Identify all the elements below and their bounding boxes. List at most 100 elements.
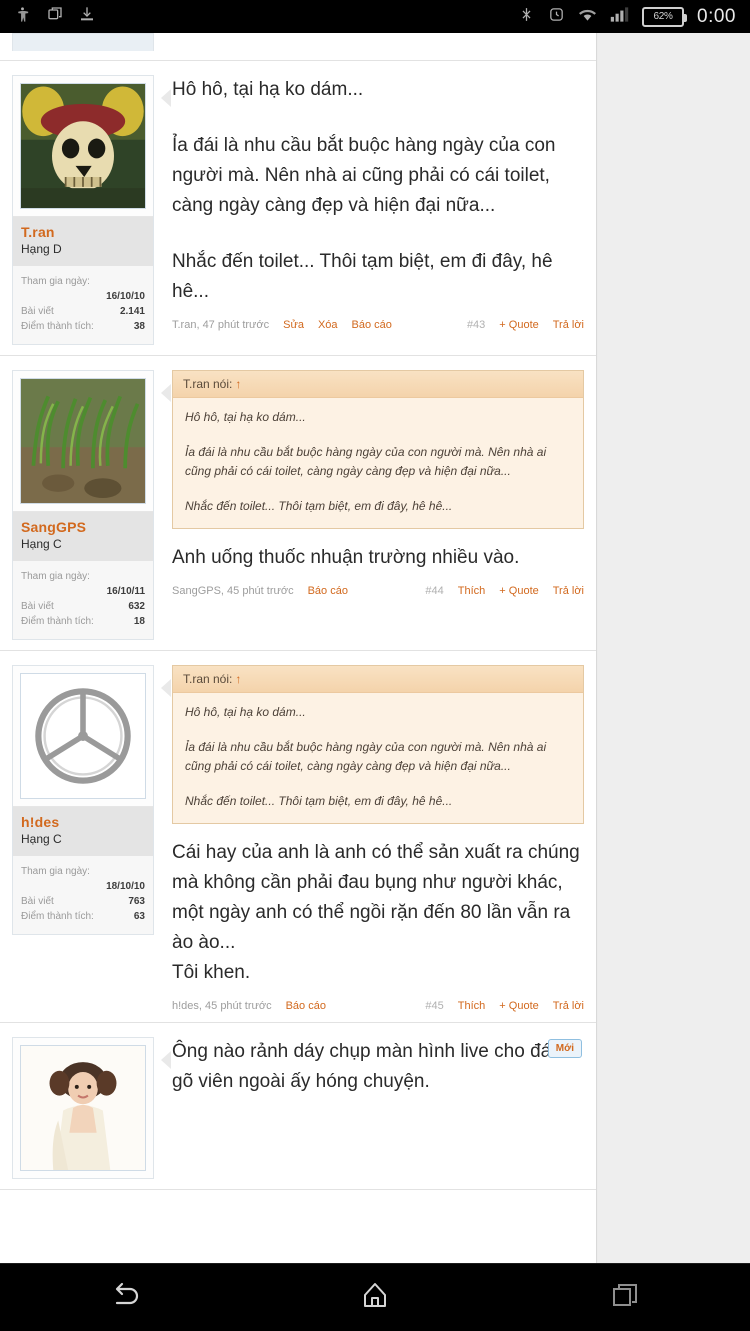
edit-link[interactable]: Sửa: [283, 319, 304, 331]
quote-header: T.ran nói: ↑: [173, 666, 583, 693]
joined-label: Tham gia ngày:: [21, 276, 90, 287]
wifi-icon: [578, 6, 597, 28]
post-number[interactable]: #45: [425, 1000, 443, 1012]
post-item[interactable]: h!des Hạng C Tham gia ngày: 18/10/10 Bài…: [0, 651, 596, 1023]
download-icon: [79, 5, 95, 28]
quote-paragraph: Hô hô, tại hạ ko dám...: [185, 705, 306, 719]
status-badge: Mới: [547, 1039, 582, 1058]
avatar-wrap: [13, 371, 153, 511]
like-link[interactable]: Thích: [458, 1000, 486, 1012]
screenshot-icon: [47, 6, 63, 27]
user-rank: Hạng C: [21, 832, 62, 846]
like-link[interactable]: Thích: [458, 585, 486, 597]
user-card[interactable]: SangGPS Hạng C Tham gia ngày: 16/10/11 B…: [12, 370, 154, 640]
points-label: Điểm thành tích:: [21, 616, 94, 627]
accessibility-icon: [14, 6, 31, 28]
home-button[interactable]: [315, 1280, 435, 1315]
avatar-wrap: [13, 1038, 153, 1178]
quote-body: Hô hô, tại hạ ko dám... Ỉa đái là nhu cầ…: [173, 398, 583, 528]
post-paragraph: Cái hay của anh là anh có thể sản xuất r…: [172, 842, 580, 953]
username-link[interactable]: h!des: [21, 814, 145, 830]
right-sidebar-rail: [598, 33, 750, 1263]
delete-link[interactable]: Xóa: [318, 319, 338, 331]
points-label: Điểm thành tích:: [21, 321, 94, 332]
posts-count-value: 632: [128, 601, 145, 612]
quote-author: T.ran nói:: [183, 377, 233, 391]
post-number[interactable]: #43: [467, 319, 485, 331]
quote-header: T.ran nói: ↑: [173, 371, 583, 398]
post-meta: SangGPS, 45 phút trước: [172, 585, 294, 597]
recents-button[interactable]: [565, 1281, 685, 1314]
points-value: 63: [133, 911, 145, 922]
battery-icon: 62%: [642, 6, 688, 27]
joined-label: Tham gia ngày:: [21, 866, 90, 877]
thread-post-list: T.ran Hạng D Tham gia ngày: 16/10/10 Bài…: [0, 33, 597, 1263]
quote-block[interactable]: T.ran nói: ↑ Hô hô, tại hạ ko dám... Ỉa đ…: [172, 370, 584, 529]
signal-icon: [610, 6, 629, 28]
user-card[interactable]: [12, 1037, 154, 1179]
reply-link[interactable]: Trả lời: [553, 319, 584, 331]
quote-link[interactable]: + Quote: [499, 319, 538, 331]
points-row: Điểm thành tích: 63: [21, 909, 145, 924]
post-body: Hô hô, tại hạ ko dám... Ỉa đái là nhu cầ…: [172, 75, 584, 307]
user-card: [12, 33, 154, 51]
user-stats: Tham gia ngày: 16/10/10 Bài viết 2.141 Đ…: [13, 266, 153, 344]
joined-label: Tham gia ngày:: [21, 571, 90, 582]
recents-icon: [610, 1281, 640, 1314]
post-number[interactable]: #44: [425, 585, 443, 597]
quote-paragraph: Nhắc đến toilet... Thôi tạm biệt, em đi …: [185, 499, 453, 513]
green-plants-avatar[interactable]: [20, 378, 146, 504]
points-label: Điểm thành tích:: [21, 911, 94, 922]
post-body: Ông nào rảnh dáy chụp màn hình live cho …: [172, 1037, 584, 1097]
user-card[interactable]: h!des Hạng C Tham gia ngày: 18/10/10 Bài…: [12, 665, 154, 935]
post-item[interactable]: SangGPS Hạng C Tham gia ngày: 16/10/11 B…: [0, 356, 596, 651]
quote-paragraph: Ỉa đái là nhu cầu bắt buộc hàng ngày của…: [185, 740, 547, 773]
reply-link[interactable]: Trả lời: [553, 1000, 584, 1012]
post-footer: T.ran, 47 phút trước Sửa Xóa Báo cáo #43…: [172, 319, 584, 331]
avatar-wrap: [13, 76, 153, 216]
user-rank: Hạng C: [21, 537, 62, 551]
post-paragraph: Ông nào rảnh dáy chụp màn hình live cho …: [172, 1041, 568, 1092]
username-link[interactable]: SangGPS: [21, 519, 145, 535]
joined-value: 16/10/11: [106, 586, 145, 597]
posts-count-label: Bài viết: [21, 896, 54, 907]
report-link[interactable]: Báo cáo: [308, 585, 348, 597]
posts-count-row: Bài viết 763: [21, 894, 145, 909]
username-link[interactable]: T.ran: [21, 224, 145, 240]
android-navigation-bar: [0, 1263, 750, 1331]
status-bar-left-icons: [14, 5, 95, 28]
bluetooth-off-icon: [518, 6, 535, 28]
posts-count-row: Bài viết 632: [21, 599, 145, 614]
status-bar-clock: 0:00: [697, 5, 736, 27]
post-paragraph: Nhắc đến toilet... Thôi tạm biệt, em đi …: [172, 251, 553, 302]
post-item[interactable]: Mới Ông nào rảnh dáy chụp màn hình live …: [0, 1023, 596, 1190]
quote-block[interactable]: T.ran nói: ↑ Hô hô, tại hạ ko dám... Ỉa đ…: [172, 665, 584, 824]
reply-link[interactable]: Trả lời: [553, 585, 584, 597]
quote-jump-icon[interactable]: ↑: [235, 672, 241, 686]
posts-count-value: 763: [128, 896, 145, 907]
girl-portrait-avatar[interactable]: [20, 1045, 146, 1171]
quote-paragraph: Ỉa đái là nhu cầu bắt buộc hàng ngày của…: [185, 445, 547, 478]
pirate-skull-avatar[interactable]: [20, 83, 146, 209]
post-item[interactable]: T.ran Hạng D Tham gia ngày: 16/10/10 Bài…: [0, 61, 596, 356]
mercedes-logo-avatar[interactable]: [20, 673, 146, 799]
joined-value: 16/10/10: [106, 291, 145, 302]
quote-link[interactable]: + Quote: [499, 1000, 538, 1012]
browser-viewport[interactable]: T.ran Hạng D Tham gia ngày: 16/10/10 Bài…: [0, 33, 750, 1263]
post-message: T.ran nói: ↑ Hô hô, tại hạ ko dám... Ỉa đ…: [154, 665, 584, 1012]
user-card[interactable]: T.ran Hạng D Tham gia ngày: 16/10/10 Bài…: [12, 75, 154, 345]
quote-author: T.ran nói:: [183, 672, 233, 686]
user-meta: T.ran Hạng D: [13, 216, 153, 266]
quote-jump-icon[interactable]: ↑: [235, 377, 241, 391]
back-button[interactable]: [65, 1280, 185, 1315]
report-link[interactable]: Báo cáo: [352, 319, 392, 331]
quote-link[interactable]: + Quote: [499, 585, 538, 597]
post-message: Hô hô, tại hạ ko dám... Ỉa đái là nhu cầ…: [154, 75, 584, 345]
post-footer-right: #45 Thích + Quote Trả lời: [411, 1000, 584, 1012]
avatar-wrap: [13, 666, 153, 806]
user-meta: SangGPS Hạng C: [13, 511, 153, 561]
report-link[interactable]: Báo cáo: [286, 1000, 326, 1012]
post-message: Mới Ông nào rảnh dáy chụp màn hình live …: [154, 1037, 584, 1179]
quote-body: Hô hô, tại hạ ko dám... Ỉa đái là nhu cầ…: [173, 693, 583, 823]
battery-level-text: 62%: [653, 11, 673, 22]
